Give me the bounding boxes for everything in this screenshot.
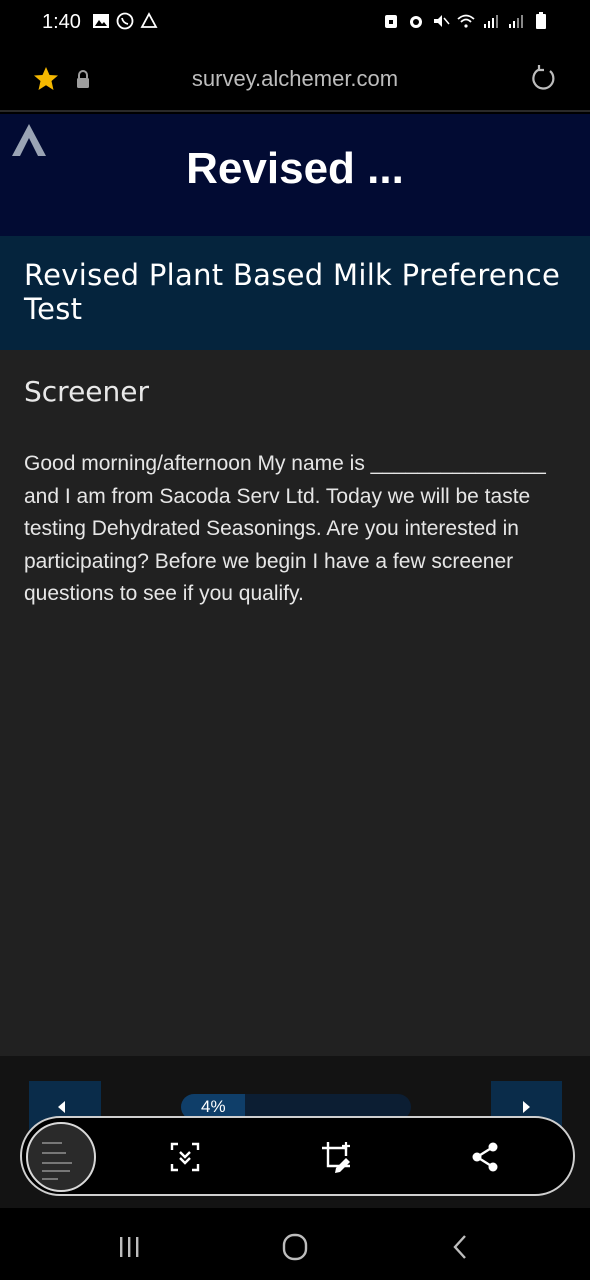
signal-icon <box>509 15 523 28</box>
thumb-line <box>42 1152 66 1154</box>
home-icon[interactable] <box>280 1232 310 1262</box>
status-time: 1:40 <box>42 11 81 33</box>
survey-content: Screener Good morning/afternoon My name … <box>0 350 590 1056</box>
survey-title: Revised Plant Based Milk Preference Test <box>24 258 561 326</box>
status-left-icons <box>92 12 158 30</box>
alarm-icon <box>410 16 422 28</box>
survey-title-band: Revised Plant Based Milk Preference Test <box>0 236 590 350</box>
screenshot-thumbnail[interactable] <box>26 1122 96 1192</box>
page-heading: Screener <box>24 375 150 408</box>
thumb-line <box>42 1142 62 1144</box>
android-nav-bar <box>0 1208 590 1280</box>
intro-text: Good morning/afternoon My name is ______… <box>24 452 546 605</box>
thumb-line <box>42 1178 58 1180</box>
battery-icon <box>536 12 546 29</box>
status-right-icons <box>382 12 550 30</box>
url-bar[interactable]: survey.alchemer.com <box>0 44 590 112</box>
drive-icon <box>140 12 158 28</box>
header-title: Revised ... <box>186 144 404 193</box>
signal-icon <box>484 15 498 28</box>
refresh-icon[interactable] <box>530 64 558 92</box>
thumb-line <box>42 1162 72 1164</box>
back-icon[interactable] <box>446 1232 476 1262</box>
whatsapp-icon <box>116 12 134 30</box>
arrow-left-icon <box>58 1101 65 1113</box>
alarm-lock-icon <box>385 15 397 28</box>
recents-icon[interactable] <box>114 1232 144 1262</box>
thumb-line <box>42 1170 70 1172</box>
arrow-right-icon <box>523 1101 530 1113</box>
crop-edit-icon[interactable] <box>320 1140 354 1174</box>
url-text[interactable]: survey.alchemer.com <box>0 66 590 92</box>
scroll-capture-icon[interactable] <box>168 1140 202 1174</box>
status-bar: 1:40 <box>0 0 590 44</box>
progress-label: 4% <box>201 1097 226 1116</box>
capture-toolbar <box>20 1116 575 1196</box>
image-icon <box>93 14 109 28</box>
wifi-icon <box>457 14 475 28</box>
share-icon[interactable] <box>468 1140 502 1174</box>
mute-icon <box>434 15 450 27</box>
survey-header: Revised ... <box>0 114 590 236</box>
